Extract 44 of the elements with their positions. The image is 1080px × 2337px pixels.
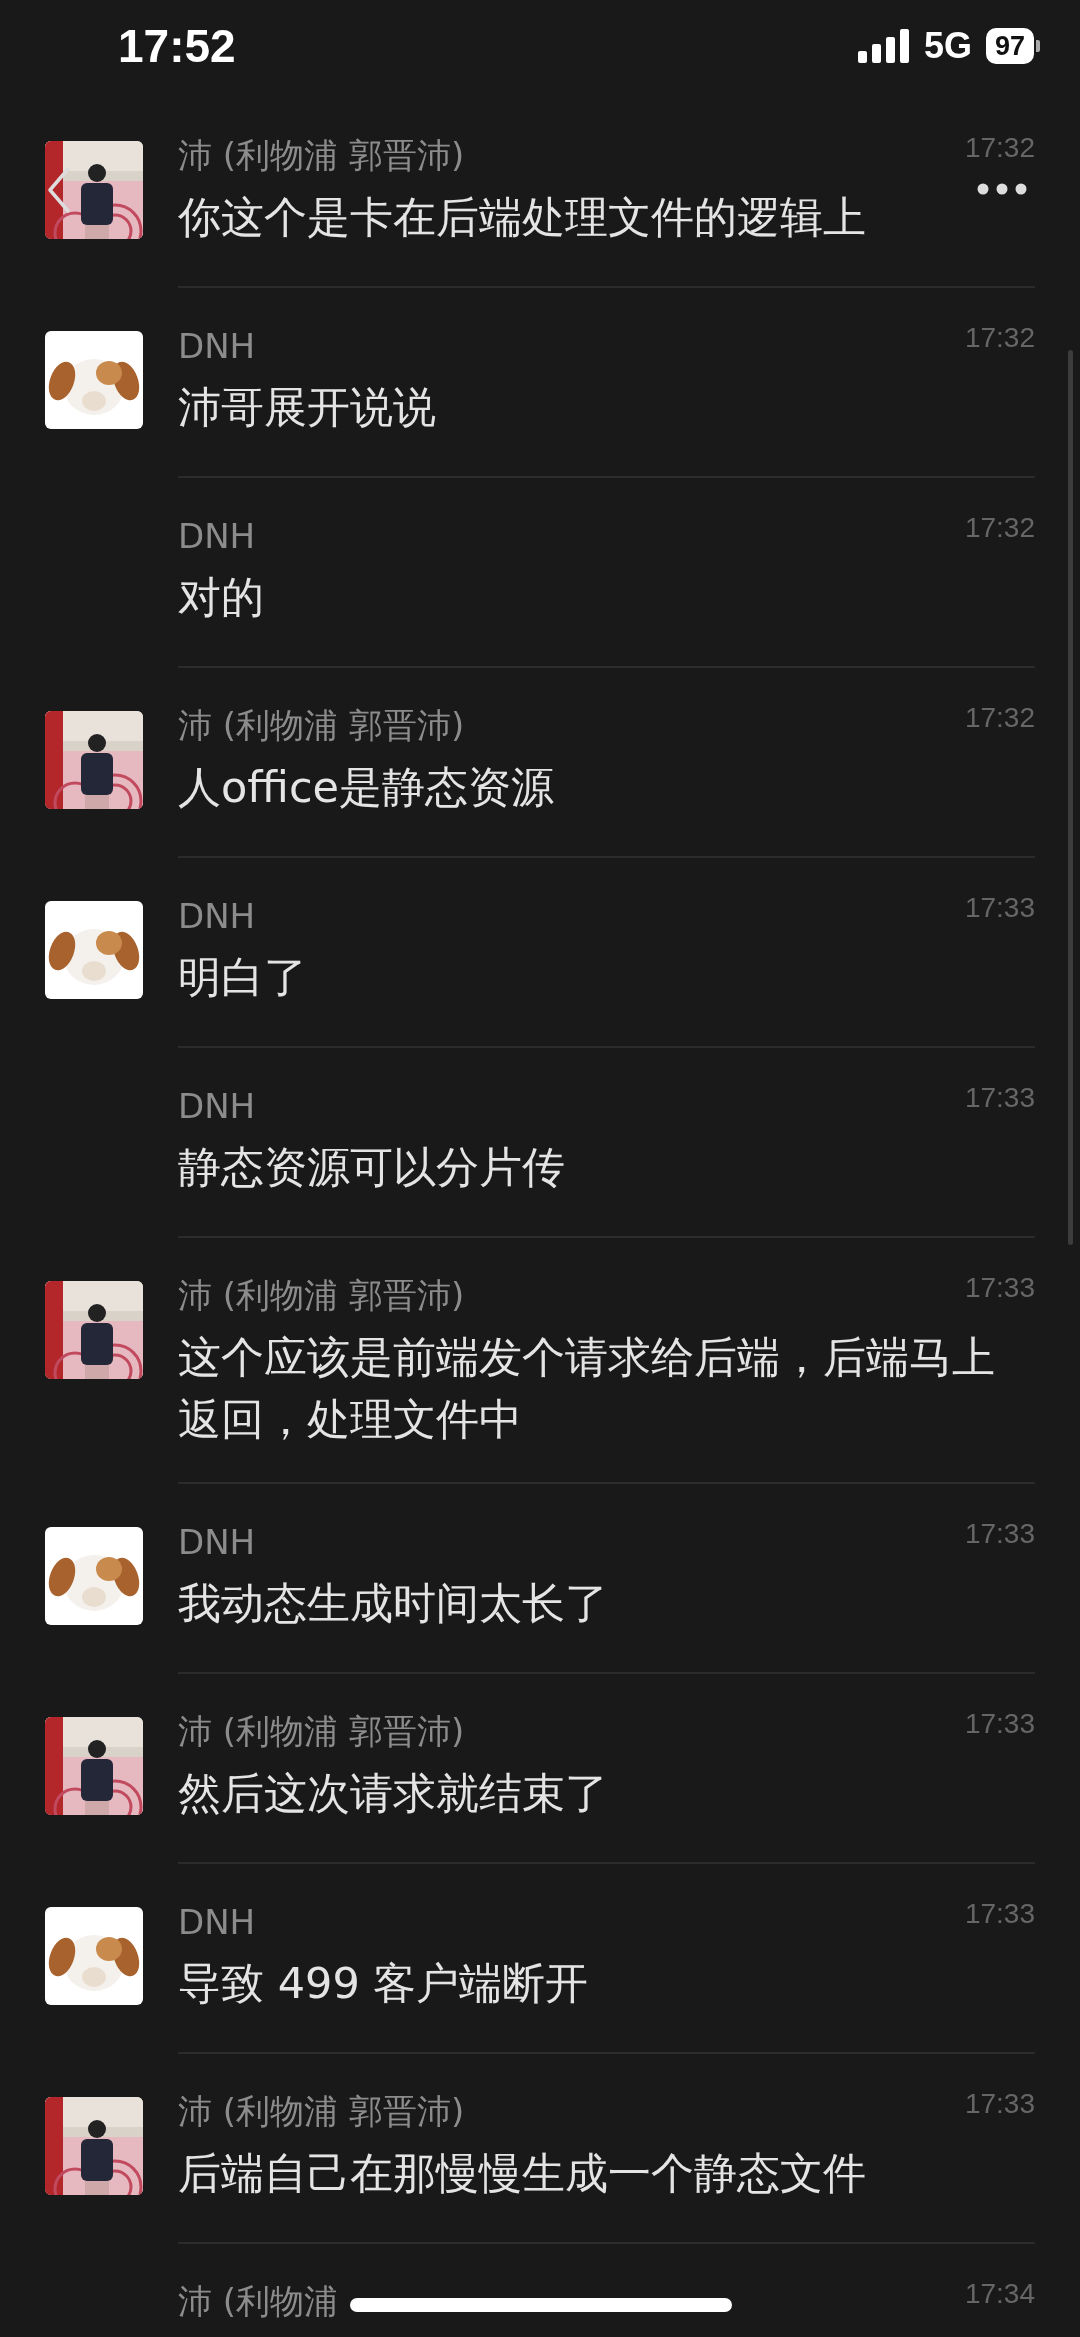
clock-time: 17:52 [118, 19, 237, 73]
message-time: 17:32 [964, 132, 1035, 164]
message-time: 17:32 [964, 512, 1035, 544]
message-text: 然后这次请求就结束了 [178, 1767, 608, 1820]
sender-name: 沛 (利物浦 郭晋沛) [178, 1274, 465, 1317]
message-text: 人office是静态资源 [178, 761, 554, 814]
more-icon[interactable] [977, 183, 1027, 195]
message-text: 你这个是卡在后端处理文件的逻辑上 [178, 191, 866, 244]
sender-name: DNH [178, 1902, 256, 1942]
message-time: 17:32 [964, 322, 1035, 354]
dog-icon [45, 331, 143, 429]
message-text: 我动态生成时间太长了 [178, 1577, 608, 1630]
message-text: 这个应该是前端发个请求给后端，后端马上返回，处理文件中 [178, 1331, 996, 1446]
message-text: 明白了 [178, 951, 307, 1004]
message-text: 沛哥展开说说 [178, 381, 436, 434]
message-text: 导致 499 客户端断开 [178, 1957, 589, 2010]
message-time: 17:33 [964, 1898, 1035, 1930]
message-text: 对的 [178, 571, 264, 624]
message-time: 17:33 [964, 892, 1035, 924]
back-icon[interactable] [46, 166, 72, 214]
sender-name: 沛 (利物浦 郭晋沛) [178, 704, 465, 747]
sender-name: DNH [178, 1522, 256, 1562]
dog-icon [45, 1527, 143, 1625]
message-time: 17:33 [964, 2088, 1035, 2120]
message-time: 17:33 [964, 1082, 1035, 1114]
sender-name: 沛 (利物浦 [178, 2280, 339, 2323]
sender-name: 沛 (利物浦 郭晋沛) [178, 1710, 465, 1753]
message-time: 17:34 [964, 2278, 1035, 2310]
message-text: 后端自己在那慢慢生成一个静态文件 [178, 2147, 866, 2200]
message-time: 17:33 [964, 1518, 1035, 1550]
sender-name: DNH [178, 516, 256, 556]
message-time: 17:32 [964, 702, 1035, 734]
network-label: 5G [923, 25, 972, 67]
sender-name: 沛 (利物浦 郭晋沛) [178, 134, 465, 177]
signal-icon [857, 29, 910, 63]
dog-icon [45, 901, 143, 999]
sender-name: DNH [178, 896, 256, 936]
message-time: 17:33 [964, 1708, 1035, 1740]
dog-icon [45, 1907, 143, 2005]
message-time: 17:33 [964, 1272, 1035, 1304]
sender-name: 沛 (利物浦 郭晋沛) [178, 2090, 465, 2133]
sender-name: DNH [178, 326, 256, 366]
sender-name: DNH [178, 1086, 256, 1126]
message-text: 静态资源可以分片传 [178, 1141, 565, 1194]
